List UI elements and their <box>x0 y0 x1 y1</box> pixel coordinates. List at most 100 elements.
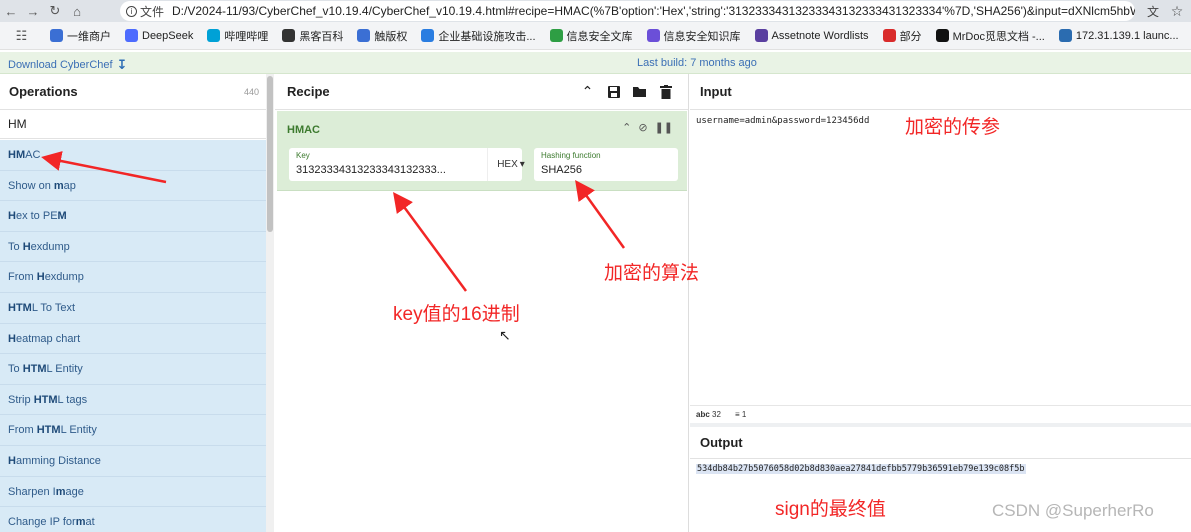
operations-title: Operations <box>9 84 78 99</box>
operation-item-text: exdump <box>44 271 84 284</box>
bookmark-star-icon[interactable]: ☆ <box>1168 2 1186 20</box>
operation-item-text: M <box>57 210 67 223</box>
operation-item-text: HTM <box>22 363 47 376</box>
lines-icon: ≡ <box>734 410 740 419</box>
input-textarea[interactable]: username=admin&password=123456dd <box>696 116 869 126</box>
length-icon: abc <box>696 410 710 419</box>
bookmark-item[interactable]: 企业基础设施攻击... <box>414 22 542 49</box>
operation-item[interactable]: To Hexdump <box>0 231 266 263</box>
trash-icon[interactable] <box>657 83 674 100</box>
operation-item[interactable]: Hamming Distance <box>0 445 266 477</box>
operation-item-text: H <box>8 454 16 467</box>
disable-icon[interactable]: ⊘ <box>638 121 647 134</box>
mrdoc-icon <box>935 29 949 42</box>
operation-item-text: L tags <box>57 393 88 406</box>
output-text[interactable]: 534db84b27b5076058d02b8d830aea27841defbb… <box>696 464 1026 474</box>
operation-item[interactable]: HMAC <box>0 140 266 171</box>
operation-item[interactable]: Show on map <box>0 170 266 202</box>
apps-button[interactable]: ☷ <box>8 22 35 49</box>
download-cyberchef-link[interactable]: Download CyberChef ↧ <box>8 57 127 73</box>
translate-icon[interactable]: 文 <box>1144 2 1162 20</box>
hashing-function-field[interactable]: Hashing function SHA256 <box>534 148 678 181</box>
operation-item-text: AC <box>25 149 41 161</box>
input-status-bar: abc 32 ≡ 1 <box>690 405 1191 423</box>
back-arrow-icon[interactable]: ← <box>0 0 22 22</box>
operation-item[interactable]: From Hexdump <box>0 262 266 293</box>
bookmark-item[interactable]: DeepSeek <box>118 22 200 49</box>
hmac-op-name: HMAC <box>287 124 320 136</box>
bookmark-label: 信息安全文库 <box>566 30 633 43</box>
bookmark-label: 信息安全知识库 <box>663 30 741 43</box>
operation-item-text: HTM <box>33 393 58 406</box>
operation-item[interactable]: Strip HTML tags <box>0 384 266 416</box>
operation-item[interactable]: From HTML Entity <box>0 415 266 446</box>
hmac-operation-card[interactable]: HMAC ⌃ ⊘ ❚❚ Key 31323334313233343132333.… <box>277 111 687 191</box>
operation-item-text: Sharpen I <box>8 485 56 498</box>
bookmark-item[interactable]: Assetnote Wordlists <box>748 22 876 49</box>
operation-item-text: eatmap chart <box>15 332 81 345</box>
operation-item[interactable]: Heatmap chart <box>0 323 266 355</box>
caret-down-icon: ▾ <box>519 159 525 170</box>
download-label: Download CyberChef <box>8 59 113 71</box>
bookmark-item[interactable]: JS逆向靶场 <box>1186 22 1191 49</box>
bookmark-item[interactable]: 黑客百科 <box>275 22 350 49</box>
bookmark-item[interactable]: 一维商户 <box>43 22 118 49</box>
reload-icon[interactable]: ↻ <box>44 0 66 22</box>
bookmarks-bar: ☷ 一维商户 DeepSeek 哔哩哔哩 黑客百科 触版权 企业基础设施攻击... 信息安全文… <box>0 22 1191 50</box>
operation-item-text: m <box>53 179 64 192</box>
bookmark-label: 172.31.139.1 launc... <box>1075 29 1179 42</box>
scrollbar-thumb[interactable] <box>267 76 273 232</box>
operation-item[interactable]: Change IP format <box>0 507 266 532</box>
operation-item-text: HTM <box>8 301 32 314</box>
operation-item[interactable]: Sharpen Image <box>0 476 266 508</box>
folder-icon[interactable] <box>631 83 648 100</box>
pause-icon[interactable]: ❚❚ <box>655 121 673 134</box>
sign-annotation: sign的最终值 <box>775 499 886 520</box>
operation-item-text: H <box>8 332 16 345</box>
algorithm-annotation: 加密的算法 <box>604 263 700 284</box>
operation-item[interactable]: HTML To Text <box>0 292 266 324</box>
bookmark-item[interactable]: 信息安全知识库 <box>640 22 748 49</box>
operation-item-text: ex to PE <box>15 210 58 223</box>
operation-item-text: L Entity <box>46 363 83 376</box>
operations-list: HMAC Show on map Hex to PEM To Hexdump From … <box>0 140 266 532</box>
output-title: Output <box>700 435 743 450</box>
key-field[interactable]: Key 31323334313233343132333... HEX ▾ <box>289 148 525 181</box>
operation-item-text: H <box>8 210 16 223</box>
bookmark-icon <box>357 29 371 42</box>
operation-item-text: H <box>22 240 31 253</box>
operation-item[interactable]: Hex to PEM <box>0 201 266 232</box>
operation-item[interactable]: To HTML Entity <box>0 354 266 385</box>
hashing-function-label: Hashing function <box>541 151 601 160</box>
address-bar[interactable]: i 文件 D:/V2024-11/93/CyberChef_v10.19.4/Cy… <box>120 1 1135 21</box>
bookmark-item[interactable]: 172.31.139.1 launc... <box>1052 22 1186 49</box>
cyberchef-banner: Download CyberChef ↧ Last build: 7 month… <box>0 52 1191 74</box>
operation-item-text: m <box>75 516 86 529</box>
bookmark-label: 企业基础设施攻击... <box>438 30 536 43</box>
operation-item-text: L Entity <box>60 424 97 437</box>
shield-icon <box>882 29 896 42</box>
bookmark-item[interactable]: MrDoc觅思文档 -... <box>929 22 1052 49</box>
operation-item-text: L To Text <box>31 301 76 314</box>
home-icon[interactable]: ⌂ <box>66 0 88 22</box>
operation-item-text: Strip <box>8 393 34 406</box>
bookmark-label: DeepSeek <box>142 29 194 42</box>
bookmark-label: 部分 <box>899 30 922 43</box>
operations-scrollbar[interactable] <box>266 74 274 532</box>
recipe-title: Recipe <box>287 84 330 99</box>
bookmark-item[interactable]: 部分 <box>876 22 929 49</box>
chevron-up-icon[interactable]: ⌃ <box>622 121 631 134</box>
save-icon[interactable] <box>605 83 622 100</box>
collapse-chevron-icon[interactable]: ⌃ <box>579 83 596 100</box>
site-info-button[interactable]: i 文件 <box>126 3 164 20</box>
bilibili-icon <box>207 29 221 42</box>
bookmark-item[interactable]: 信息安全文库 <box>543 22 640 49</box>
key-format-dropdown[interactable]: HEX ▾ <box>487 148 534 181</box>
bookmark-item[interactable]: 哔哩哔哩 <box>200 22 275 49</box>
operation-item-text: To <box>8 363 23 376</box>
monitor-icon <box>1058 29 1072 42</box>
bookmark-item[interactable]: 触版权 <box>350 22 414 49</box>
operations-count: 440 <box>243 86 259 97</box>
forward-arrow-icon[interactable]: → <box>22 0 44 22</box>
operations-search-input[interactable]: HM <box>0 110 273 139</box>
